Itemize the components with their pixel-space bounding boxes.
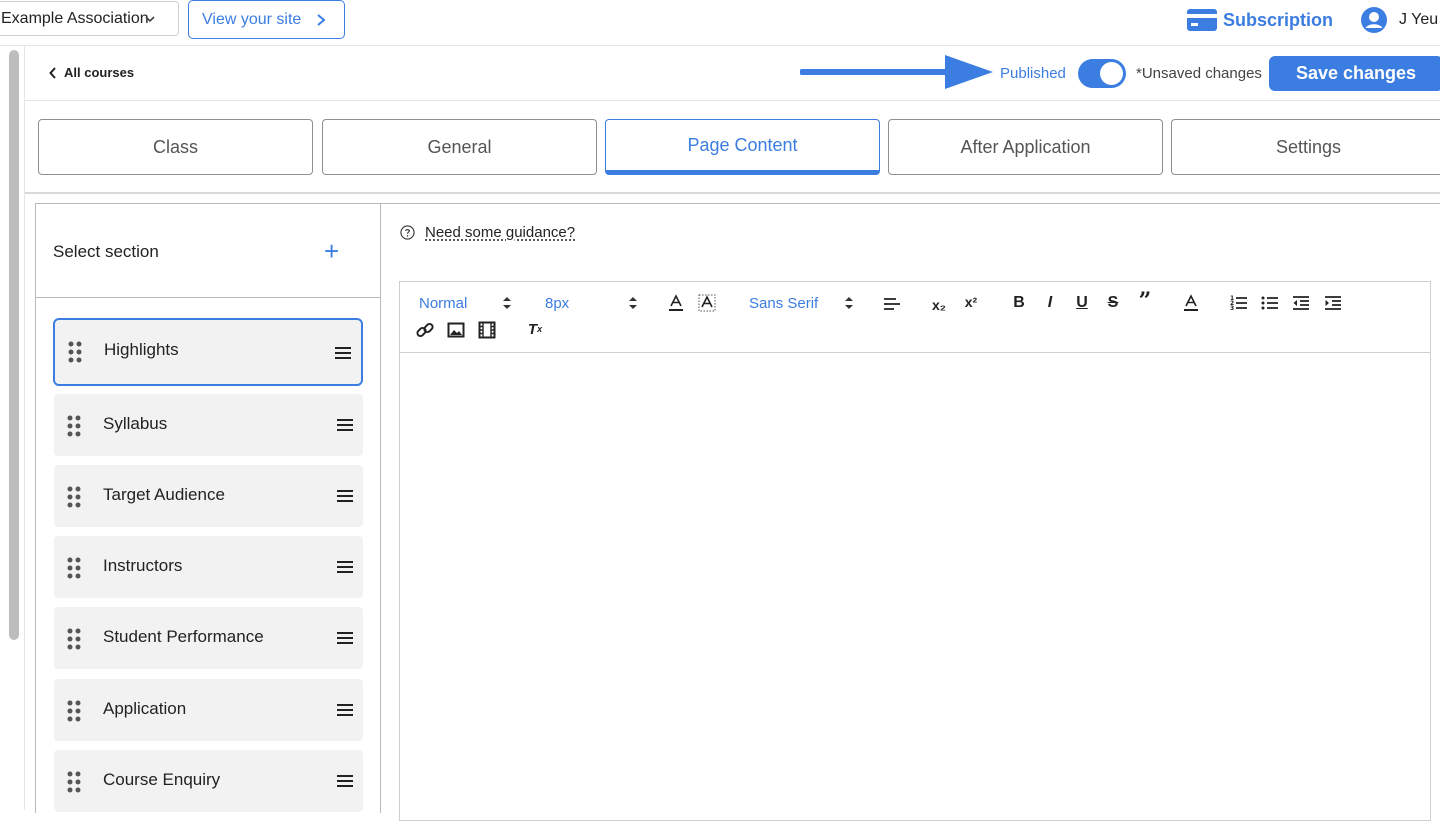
view-site-button[interactable]: View your site bbox=[188, 0, 345, 39]
font-select[interactable]: Sans Serif bbox=[749, 295, 818, 312]
section-item-label: Target Audience bbox=[103, 485, 225, 504]
tab-general[interactable]: General bbox=[322, 119, 597, 175]
format-select[interactable]: Normal bbox=[419, 295, 467, 312]
user-name: J Yeu bbox=[1399, 11, 1439, 28]
size-select[interactable]: 8px bbox=[545, 295, 569, 312]
section-item[interactable]: Target Audience bbox=[54, 465, 363, 527]
tab-settings[interactable]: Settings bbox=[1171, 119, 1440, 175]
back-label: All courses bbox=[64, 65, 135, 80]
top-bar: Example Association View your site Subsc… bbox=[0, 0, 1440, 46]
view-site-label: View your site bbox=[202, 10, 302, 28]
editor-toolbar: Normal 8px Sans Serif x₂ x² B I U S ” 1 … bbox=[400, 282, 1430, 353]
section-panel-header: Select section + bbox=[36, 204, 380, 298]
underline-icon[interactable]: U bbox=[1073, 294, 1091, 312]
section-item[interactable]: Application bbox=[54, 679, 363, 741]
published-label: Published bbox=[1000, 65, 1066, 82]
section-item-label: Course Enquiry bbox=[103, 770, 221, 789]
course-header: All courses Published *Unsaved changes S… bbox=[25, 47, 1440, 101]
menu-icon[interactable] bbox=[336, 703, 354, 717]
section-item[interactable]: Course Enquiry bbox=[54, 750, 363, 812]
chevron-down-icon bbox=[145, 16, 155, 23]
section-item[interactable]: Student Performance bbox=[54, 607, 363, 669]
editor-content-area[interactable] bbox=[400, 354, 1430, 820]
menu-icon[interactable] bbox=[336, 774, 354, 788]
subscript-icon[interactable]: x₂ bbox=[930, 296, 948, 314]
drag-handle-icon[interactable] bbox=[66, 627, 82, 651]
back-to-courses-link[interactable]: All courses bbox=[49, 65, 134, 80]
section-item[interactable]: Instructors bbox=[54, 536, 363, 598]
section-item-label: Application bbox=[103, 699, 187, 718]
left-gutter-divider bbox=[24, 46, 25, 810]
save-changes-button[interactable]: Save changes bbox=[1269, 56, 1440, 91]
menu-icon[interactable] bbox=[336, 489, 354, 503]
guidance-link[interactable]: Need some guidance? bbox=[400, 224, 575, 241]
menu-icon[interactable] bbox=[336, 418, 354, 432]
outdent-icon[interactable] bbox=[1292, 294, 1310, 312]
section-panel-title: Select section bbox=[53, 242, 159, 261]
blockquote-icon[interactable]: ” bbox=[1136, 288, 1154, 314]
background-color-icon[interactable] bbox=[698, 294, 716, 312]
align-icon[interactable] bbox=[883, 296, 901, 314]
menu-icon[interactable] bbox=[334, 346, 352, 360]
page-scrollbar[interactable] bbox=[9, 50, 19, 640]
superscript-icon[interactable]: x² bbox=[962, 293, 980, 311]
annotation-arrow-icon bbox=[800, 55, 993, 89]
tabs-divider bbox=[25, 192, 1440, 194]
section-item-label: Highlights bbox=[104, 340, 179, 359]
user-avatar-icon bbox=[1361, 7, 1387, 33]
svg-text:3: 3 bbox=[1230, 305, 1234, 312]
menu-icon[interactable] bbox=[336, 560, 354, 574]
rich-text-editor: Normal 8px Sans Serif x₂ x² B I U S ” 1 … bbox=[399, 281, 1431, 821]
bullet-list-icon[interactable] bbox=[1261, 294, 1279, 312]
published-toggle[interactable] bbox=[1078, 59, 1126, 88]
italic-icon[interactable]: I bbox=[1041, 294, 1059, 312]
indent-icon[interactable] bbox=[1324, 294, 1342, 312]
tab-page-content[interactable]: Page Content bbox=[605, 119, 880, 175]
drag-handle-icon[interactable] bbox=[67, 340, 83, 364]
section-item-label: Student Performance bbox=[103, 627, 264, 646]
organization-select[interactable]: Example Association bbox=[0, 1, 179, 36]
chevron-right-icon bbox=[317, 14, 326, 26]
guidance-label: Need some guidance? bbox=[425, 224, 576, 241]
section-item[interactable]: Syllabus bbox=[54, 394, 363, 456]
bold-icon[interactable]: B bbox=[1010, 294, 1028, 312]
drag-handle-icon[interactable] bbox=[66, 485, 82, 509]
drag-handle-icon[interactable] bbox=[66, 556, 82, 580]
add-section-button[interactable]: + bbox=[324, 238, 339, 264]
section-item-label: Syllabus bbox=[103, 414, 168, 433]
chevron-left-icon bbox=[49, 66, 56, 79]
help-icon bbox=[400, 225, 415, 240]
tab-class[interactable]: Class bbox=[38, 119, 313, 175]
course-tabs: Class General Page Content After Applica… bbox=[38, 119, 1440, 177]
toggle-knob bbox=[1100, 62, 1123, 85]
content-top-border bbox=[380, 203, 1440, 204]
subscription-label: Subscription bbox=[1223, 9, 1334, 30]
unsaved-changes-status: *Unsaved changes bbox=[1136, 65, 1262, 82]
section-item-label: Instructors bbox=[103, 556, 183, 575]
menu-icon[interactable] bbox=[336, 631, 354, 645]
organization-name: Example Association bbox=[1, 9, 149, 27]
section-panel: Select section + Highlights Syllabus Targe… bbox=[35, 203, 381, 813]
text-color-icon[interactable] bbox=[667, 294, 685, 312]
section-item[interactable]: Highlights bbox=[53, 318, 363, 386]
drag-handle-icon[interactable] bbox=[66, 699, 82, 723]
video-icon[interactable] bbox=[478, 321, 496, 339]
tab-after-application[interactable]: After Application bbox=[888, 119, 1163, 175]
drag-handle-icon[interactable] bbox=[66, 770, 82, 794]
clear-formatting-icon[interactable]: Tx bbox=[526, 320, 544, 338]
drag-handle-icon[interactable] bbox=[66, 414, 82, 438]
font-color-icon[interactable] bbox=[1182, 294, 1200, 312]
user-menu[interactable]: J Yeu bbox=[1361, 6, 1438, 34]
ordered-list-icon[interactable]: 1 2 3 bbox=[1230, 294, 1248, 312]
format-select-arrows-icon bbox=[503, 297, 511, 309]
link-icon[interactable] bbox=[416, 321, 434, 339]
subscription-link[interactable]: Subscription bbox=[1187, 6, 1333, 34]
image-icon[interactable] bbox=[447, 321, 465, 339]
font-select-arrows-icon bbox=[845, 297, 853, 309]
size-select-arrows-icon bbox=[629, 297, 637, 309]
strikethrough-icon[interactable]: S bbox=[1104, 294, 1122, 312]
credit-card-icon bbox=[1187, 9, 1217, 31]
